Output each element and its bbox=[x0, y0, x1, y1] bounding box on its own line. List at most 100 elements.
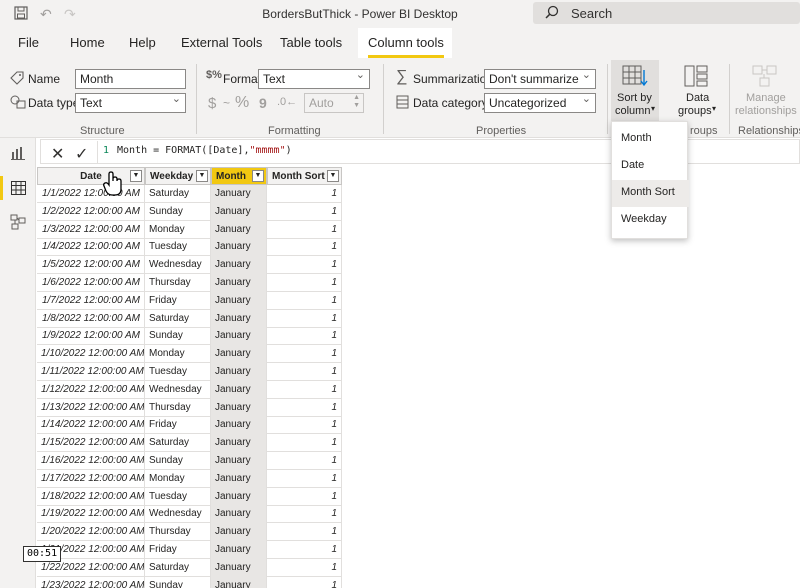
data-category-select[interactable]: Uncategorized bbox=[484, 92, 596, 113]
comma-button[interactable]: 9 bbox=[259, 95, 267, 111]
table-cell-date[interactable]: 1/1/2022 12:00:00 AM bbox=[37, 185, 145, 203]
tab-table-tools[interactable]: Table tools bbox=[280, 35, 342, 50]
table-cell-weekday[interactable]: Saturday bbox=[145, 185, 211, 203]
column-header-date[interactable]: Date ▼ bbox=[37, 167, 145, 185]
table-cell-month[interactable]: January bbox=[211, 256, 267, 275]
column-header-month[interactable]: Month ▼ bbox=[211, 167, 267, 185]
model-view-icon[interactable] bbox=[10, 214, 26, 233]
table-cell-month-sort[interactable]: 1 bbox=[267, 363, 342, 381]
table-row[interactable]: 1/19/2022 12:00:00 AM Wednesday January 1 bbox=[37, 505, 342, 524]
table-cell-weekday[interactable]: Monday bbox=[145, 220, 211, 239]
table-cell-weekday[interactable]: Wednesday bbox=[145, 256, 211, 275]
table-cell-date[interactable]: 1/11/2022 12:00:00 AM bbox=[37, 363, 145, 381]
table-row[interactable]: 1/2/2022 12:00:00 AM Sunday January 1 bbox=[37, 202, 342, 221]
table-cell-month-sort[interactable]: 1 bbox=[267, 345, 342, 364]
decimal-places-field[interactable]: Auto ▲ ▼ bbox=[304, 93, 364, 113]
table-cell-month-sort[interactable]: 1 bbox=[267, 487, 342, 506]
table-cell-month-sort[interactable]: 1 bbox=[267, 238, 342, 257]
table-cell-weekday[interactable]: Tuesday bbox=[145, 238, 211, 257]
tab-column-tools[interactable]: Column tools bbox=[368, 35, 444, 58]
table-row[interactable]: 1/23/2022 12:00:00 AM Sunday January 1 bbox=[37, 576, 342, 588]
table-cell-month-sort[interactable]: 1 bbox=[267, 541, 342, 559]
table-cell-month-sort[interactable]: 1 bbox=[267, 274, 342, 292]
table-cell-month[interactable]: January bbox=[211, 523, 267, 542]
menu-item-month[interactable]: Month bbox=[612, 126, 689, 153]
table-cell-weekday[interactable]: Sunday bbox=[145, 327, 211, 346]
table-cell-month[interactable]: January bbox=[211, 202, 267, 221]
table-cell-date[interactable]: 1/23/2022 12:00:00 AM bbox=[37, 576, 145, 588]
table-row[interactable]: 1/16/2022 12:00:00 AM Sunday January 1 bbox=[37, 452, 342, 470]
table-cell-date[interactable]: 1/3/2022 12:00:00 AM bbox=[37, 220, 145, 239]
table-cell-month[interactable]: January bbox=[211, 291, 267, 310]
table-cell-month[interactable]: January bbox=[211, 541, 267, 559]
table-cell-month-sort[interactable]: 1 bbox=[267, 416, 342, 435]
table-cell-weekday[interactable]: Saturday bbox=[145, 309, 211, 328]
table-cell-month-sort[interactable]: 1 bbox=[267, 220, 342, 239]
table-row[interactable]: 1/9/2022 12:00:00 AM Sunday January 1 bbox=[37, 327, 342, 346]
filter-dropdown-icon[interactable]: ▼ bbox=[196, 170, 208, 182]
table-cell-weekday[interactable]: Saturday bbox=[145, 558, 211, 577]
table-cell-weekday[interactable]: Sunday bbox=[145, 576, 211, 588]
table-row[interactable]: 1/5/2022 12:00:00 AM Wednesday January 1 bbox=[37, 256, 342, 275]
table-row[interactable]: 1/20/2022 12:00:00 AM Thursday January 1 bbox=[37, 523, 342, 542]
table-cell-month-sort[interactable]: 1 bbox=[267, 380, 342, 399]
table-row[interactable]: 1/18/2022 12:00:00 AM Tuesday January 1 bbox=[37, 487, 342, 506]
table-cell-month[interactable]: January bbox=[211, 398, 267, 417]
table-cell-month-sort[interactable]: 1 bbox=[267, 452, 342, 470]
table-cell-month[interactable]: January bbox=[211, 185, 267, 203]
data-type-select[interactable]: Text bbox=[75, 92, 186, 113]
table-cell-month-sort[interactable]: 1 bbox=[267, 185, 342, 203]
table-cell-weekday[interactable]: Friday bbox=[145, 291, 211, 310]
table-cell-date[interactable]: 1/17/2022 12:00:00 AM bbox=[37, 469, 145, 488]
table-cell-weekday[interactable]: Thursday bbox=[145, 398, 211, 417]
table-cell-month-sort[interactable]: 1 bbox=[267, 202, 342, 221]
table-cell-weekday[interactable]: Thursday bbox=[145, 523, 211, 542]
menu-item-month-sort[interactable]: Month Sort bbox=[612, 180, 689, 207]
table-cell-month-sort[interactable]: 1 bbox=[267, 469, 342, 488]
formula-text[interactable]: Month = FORMAT([Date],"mmmm") bbox=[117, 145, 292, 156]
cancel-icon[interactable]: ✕ bbox=[51, 144, 64, 164]
table-cell-month[interactable]: January bbox=[211, 558, 267, 577]
table-cell-date[interactable]: 1/12/2022 12:00:00 AM bbox=[37, 380, 145, 399]
table-row[interactable]: 1/15/2022 12:00:00 AM Saturday January 1 bbox=[37, 434, 342, 453]
table-cell-weekday[interactable]: Friday bbox=[145, 416, 211, 435]
table-cell-date[interactable]: 1/6/2022 12:00:00 AM bbox=[37, 274, 145, 292]
table-cell-weekday[interactable]: Thursday bbox=[145, 274, 211, 292]
table-cell-date[interactable]: 1/2/2022 12:00:00 AM bbox=[37, 202, 145, 221]
table-cell-month-sort[interactable]: 1 bbox=[267, 558, 342, 577]
table-cell-weekday[interactable]: Monday bbox=[145, 345, 211, 364]
table-cell-date[interactable]: 1/14/2022 12:00:00 AM bbox=[37, 416, 145, 435]
table-row[interactable]: 1/7/2022 12:00:00 AM Friday January 1 bbox=[37, 291, 342, 310]
table-row[interactable]: 1/12/2022 12:00:00 AM Wednesday January 1 bbox=[37, 380, 342, 399]
table-row[interactable]: 1/13/2022 12:00:00 AM Thursday January 1 bbox=[37, 398, 342, 417]
column-header-weekday[interactable]: Weekday ▼ bbox=[145, 167, 211, 185]
table-cell-date[interactable]: 1/5/2022 12:00:00 AM bbox=[37, 256, 145, 275]
table-row[interactable]: 1/14/2022 12:00:00 AM Friday January 1 bbox=[37, 416, 342, 435]
tab-home[interactable]: Home bbox=[70, 35, 105, 50]
table-cell-date[interactable]: 1/18/2022 12:00:00 AM bbox=[37, 487, 145, 506]
table-cell-month[interactable]: January bbox=[211, 274, 267, 292]
table-cell-month-sort[interactable]: 1 bbox=[267, 434, 342, 453]
table-cell-month-sort[interactable]: 1 bbox=[267, 576, 342, 588]
table-cell-weekday[interactable]: Tuesday bbox=[145, 363, 211, 381]
table-cell-date[interactable]: 1/4/2022 12:00:00 AM bbox=[37, 238, 145, 257]
table-cell-weekday[interactable]: Saturday bbox=[145, 434, 211, 453]
format-select[interactable]: Text bbox=[258, 68, 370, 89]
table-cell-date[interactable]: 1/20/2022 12:00:00 AM bbox=[37, 523, 145, 542]
table-cell-weekday[interactable]: Friday bbox=[145, 541, 211, 559]
table-cell-weekday[interactable]: Wednesday bbox=[145, 380, 211, 399]
table-row[interactable]: 1/17/2022 12:00:00 AM Monday January 1 bbox=[37, 469, 342, 488]
table-cell-month[interactable]: January bbox=[211, 345, 267, 364]
table-cell-month[interactable]: January bbox=[211, 452, 267, 470]
table-cell-month[interactable]: January bbox=[211, 576, 267, 588]
table-cell-date[interactable]: 1/7/2022 12:00:00 AM bbox=[37, 291, 145, 310]
table-cell-month-sort[interactable]: 1 bbox=[267, 309, 342, 328]
sort-by-column-button[interactable]: Sort by column ▾ bbox=[611, 60, 659, 122]
table-row[interactable]: 1/22/2022 12:00:00 AM Saturday January 1 bbox=[37, 558, 342, 577]
table-cell-month-sort[interactable]: 1 bbox=[267, 256, 342, 275]
table-cell-weekday[interactable]: Monday bbox=[145, 469, 211, 488]
search-input[interactable]: Search bbox=[533, 2, 800, 24]
decimal-spinner-icon[interactable]: ▲ ▼ bbox=[353, 94, 360, 110]
report-view-icon[interactable] bbox=[11, 146, 25, 163]
table-cell-date[interactable]: 1/8/2022 12:00:00 AM bbox=[37, 309, 145, 328]
